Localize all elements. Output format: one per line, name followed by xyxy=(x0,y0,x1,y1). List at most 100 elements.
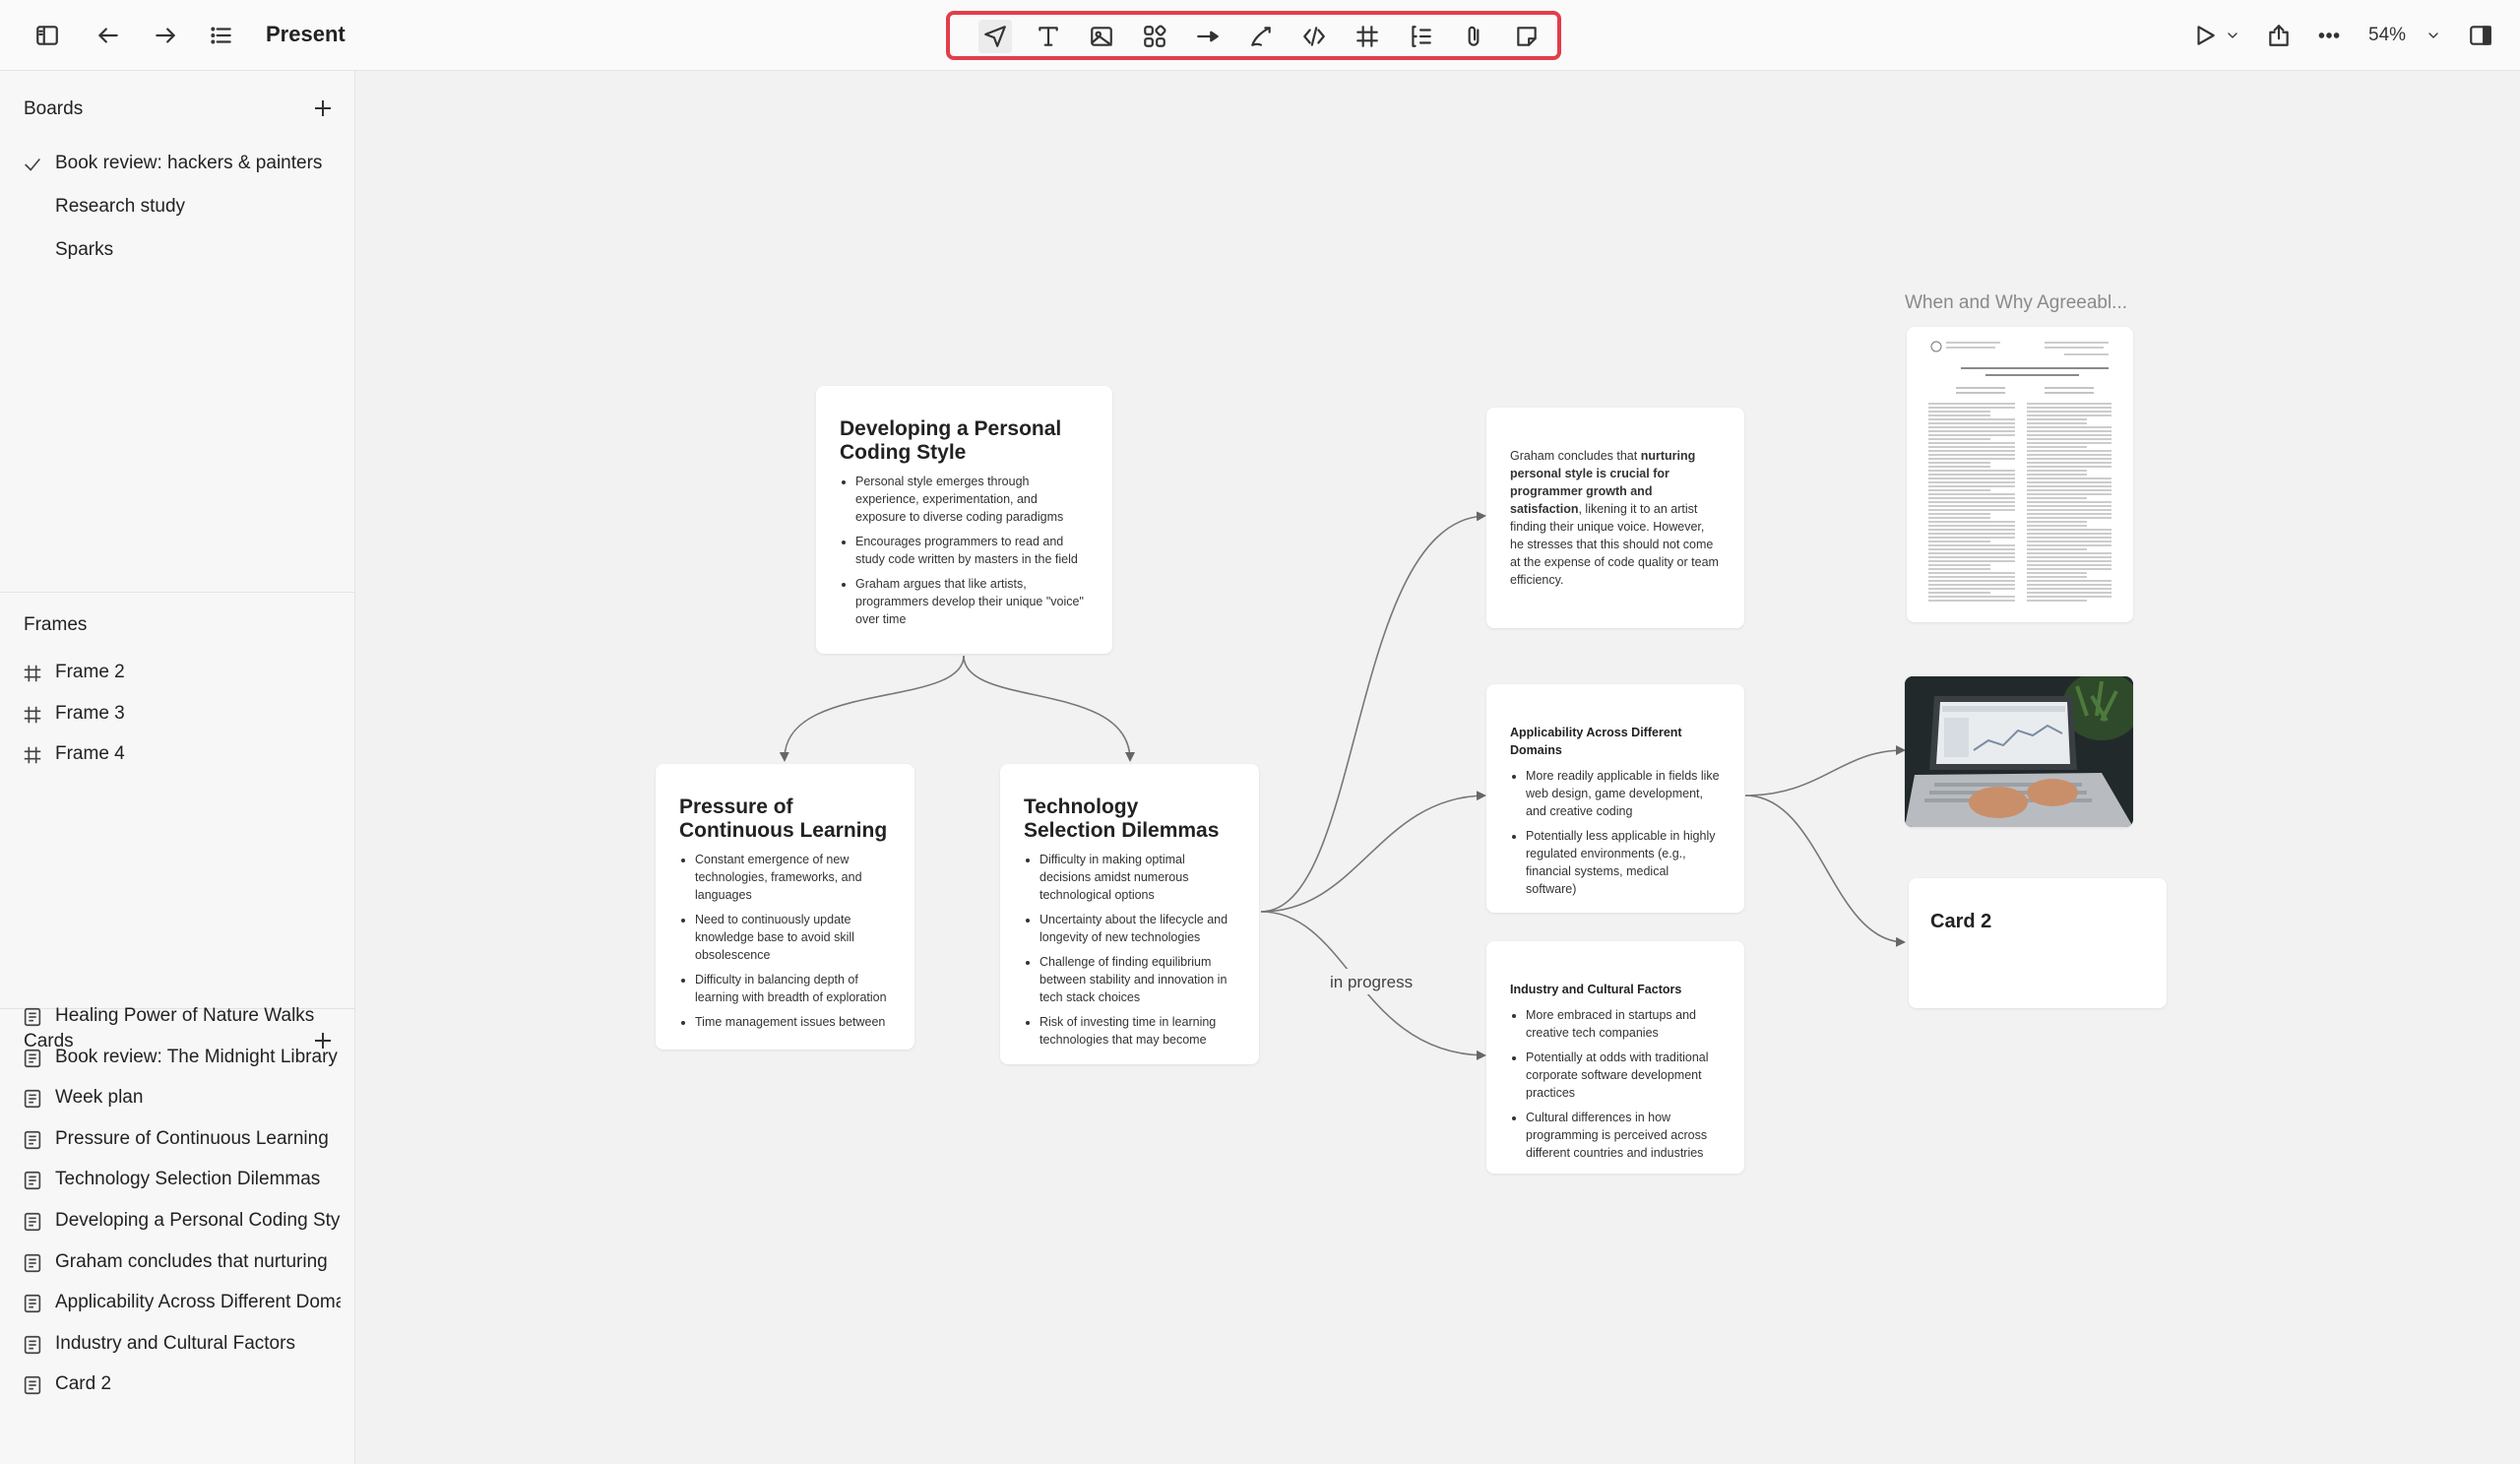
card-pressure-continuous-learning[interactable]: Pressure of Continuous Learning Constant… xyxy=(656,764,914,1050)
card-graham-concludes[interactable]: Graham concludes that nurturing personal… xyxy=(1486,408,1744,628)
card-list-item-label: Week plan xyxy=(55,1087,144,1109)
attachment-icon[interactable] xyxy=(1457,20,1490,53)
card-list-item[interactable]: Pressure of Continuous Learning xyxy=(0,1120,354,1158)
card-list-item-label: Book review: The Midnight Library xyxy=(55,1046,338,1067)
bullet-item: Difficulty in balancing depth of learnin… xyxy=(695,971,891,1006)
sidebar-toggle-icon[interactable] xyxy=(30,18,65,53)
card-document-icon xyxy=(22,1129,43,1151)
bullet-item: Potentially at odds with traditional cor… xyxy=(1526,1049,1721,1102)
play-icon[interactable] xyxy=(2187,18,2223,53)
back-arrow-icon[interactable] xyxy=(91,18,126,53)
bullet-item: Need to continuously update knowledge ba… xyxy=(695,911,891,964)
frame-item-2[interactable]: Frame 2 xyxy=(0,654,354,691)
frame-icon xyxy=(22,663,43,684)
bullet-item: Risk of investing time in learning techn… xyxy=(1040,1013,1235,1049)
card-list-item-label: Card 2 xyxy=(55,1373,112,1395)
card-list-item[interactable]: Technology Selection Dilemmas xyxy=(0,1161,354,1198)
frame-icon xyxy=(22,744,43,766)
zoom-chevron-icon[interactable] xyxy=(2422,18,2445,53)
bullet-item: Constant emergence of new technologies, … xyxy=(695,851,891,904)
pen-icon[interactable] xyxy=(1244,20,1278,53)
board-item-sparks[interactable]: Sparks xyxy=(0,231,354,269)
card-list-item[interactable]: Industry and Cultural Factors xyxy=(0,1325,354,1363)
text-icon[interactable] xyxy=(1032,20,1065,53)
card-title: Industry and Cultural Factors xyxy=(1510,983,1682,996)
pdf-thumbnail-card[interactable] xyxy=(1907,327,2133,622)
board-item-label: Sparks xyxy=(55,239,114,260)
card-list-item-label: Developing a Personal Coding Style xyxy=(55,1210,341,1231)
divider xyxy=(0,592,354,593)
bullet-item: More embraced in startups and creative t… xyxy=(1526,1006,1721,1042)
forward-arrow-icon[interactable] xyxy=(148,18,183,53)
frames-heading: Frames xyxy=(24,614,88,635)
page-title: Present xyxy=(266,22,346,46)
card-2[interactable]: Card 2 xyxy=(1909,878,2167,1008)
pdf-card-title: When and Why Agreeabl... xyxy=(1905,292,2128,313)
check-icon xyxy=(22,154,43,175)
card-document-icon xyxy=(22,1252,43,1274)
card-list-item[interactable]: Applicability Across Different Domains xyxy=(0,1284,354,1321)
card-text: Graham concludes that xyxy=(1510,449,1641,463)
card-list-item[interactable]: Developing a Personal Coding Style xyxy=(0,1202,354,1240)
card-list-item-label: Healing Power of Nature Walks xyxy=(55,1005,315,1026)
card-title: Pressure of Continuous Learning xyxy=(679,796,888,842)
image-icon[interactable] xyxy=(1085,20,1118,53)
board-item-research-study[interactable]: Research study xyxy=(0,188,354,225)
chevron-down-icon[interactable] xyxy=(2221,18,2244,53)
card-industry-cultural-factors[interactable]: Industry and Cultural Factors More embra… xyxy=(1486,941,1744,1174)
card-list-item-label: Industry and Cultural Factors xyxy=(55,1332,295,1354)
add-board-icon[interactable] xyxy=(311,96,335,120)
bullet-item: Time management issues between xyxy=(695,1013,891,1031)
card-title: Card 2 xyxy=(1930,911,1992,932)
board-item-label: Research study xyxy=(55,196,186,217)
bullet-item: Difficulty in making optimal decisions a… xyxy=(1040,851,1235,904)
card-list-item[interactable]: Book review: The Midnight Library xyxy=(0,1039,354,1076)
connector-label[interactable]: in progress xyxy=(1330,973,1413,992)
board-item-book-review[interactable]: Book review: hackers & painters xyxy=(0,145,354,182)
card-list-item-label: Applicability Across Different Domains xyxy=(55,1292,341,1313)
frame-item-label: Frame 2 xyxy=(55,662,125,682)
card-title: Applicability Across Different Domains xyxy=(1510,726,1682,757)
card-document-icon xyxy=(22,1293,43,1314)
card-document-icon xyxy=(22,1211,43,1233)
components-icon[interactable] xyxy=(1138,20,1171,53)
card-bullets: Personal style emerges through experienc… xyxy=(840,473,1089,628)
bullet-item: Cultural differences in how programming … xyxy=(1526,1109,1721,1162)
frame-icon[interactable] xyxy=(1351,20,1384,53)
connector-arrow-icon[interactable] xyxy=(1191,20,1225,53)
bullet-item: Uncertainty about the lifecycle and long… xyxy=(1040,911,1235,946)
card-list-item[interactable]: Graham concludes that nurturing xyxy=(0,1243,354,1281)
select-arrow-icon[interactable] xyxy=(978,20,1012,53)
card-bullets: Constant emergence of new technologies, … xyxy=(679,851,891,1031)
more-options-icon[interactable] xyxy=(2311,18,2347,53)
card-list-item[interactable]: Healing Power of Nature Walks xyxy=(0,997,354,1035)
zoom-level[interactable]: 54% xyxy=(2368,25,2406,46)
laptop-photo[interactable] xyxy=(1905,676,2133,827)
card-document-icon xyxy=(22,1374,43,1396)
card-technology-selection-dilemmas[interactable]: Technology Selection Dilemmas Difficulty… xyxy=(1000,764,1259,1064)
bullet-item: Potentially less applicable in highly re… xyxy=(1526,827,1721,898)
share-icon[interactable] xyxy=(2261,18,2297,53)
card-body: Graham concludes that nurturing personal… xyxy=(1510,447,1721,589)
bullet-item: Challenge of finding equilibrium between… xyxy=(1040,953,1235,1006)
right-panel-toggle-icon[interactable] xyxy=(2463,18,2498,53)
code-icon[interactable] xyxy=(1297,20,1331,53)
card-applicability-domains[interactable]: Applicability Across Different Domains M… xyxy=(1486,684,1744,913)
card-personal-coding-style[interactable]: Developing a Personal Coding Style Perso… xyxy=(816,386,1112,654)
sticky-note-icon[interactable] xyxy=(1510,20,1544,53)
card-document-icon xyxy=(22,1170,43,1191)
frame-icon xyxy=(22,704,43,726)
frame-item-4[interactable]: Frame 4 xyxy=(0,735,354,773)
card-document-icon xyxy=(22,1334,43,1356)
bullet-item: Encourages programmers to read and study… xyxy=(855,533,1089,568)
frame-item-label: Frame 4 xyxy=(55,743,125,764)
outline-icon[interactable] xyxy=(1404,20,1437,53)
outline-list-icon[interactable] xyxy=(204,18,239,53)
frame-item-3[interactable]: Frame 3 xyxy=(0,695,354,732)
card-bullets: More embraced in startups and creative t… xyxy=(1510,1006,1721,1162)
card-list-item[interactable]: Week plan xyxy=(0,1079,354,1116)
bullet-item: Graham argues that like artists, program… xyxy=(855,575,1089,628)
card-list-item[interactable]: Card 2 xyxy=(0,1366,354,1403)
bullet-item: More readily applicable in fields like w… xyxy=(1526,767,1721,820)
card-title: Technology Selection Dilemmas xyxy=(1024,796,1220,842)
